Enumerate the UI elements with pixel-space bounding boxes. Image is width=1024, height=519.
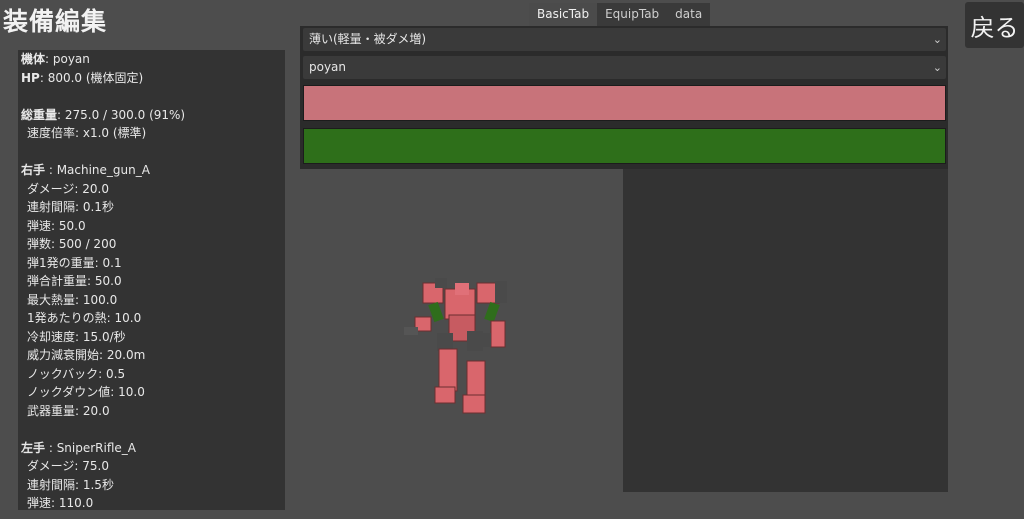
stat-line: 左手 : SniperRifle_A [21, 439, 285, 458]
stat-line: 1発あたりの熱: 10.0 [21, 309, 285, 328]
chevron-down-icon: ⌄ [932, 33, 942, 46]
stat-value: : Machine_gun_A [45, 163, 150, 177]
stat-line [21, 420, 285, 439]
stat-line [21, 87, 285, 106]
tab-basic[interactable]: BasicTab [529, 3, 598, 26]
page-title: 装備編集 [3, 7, 108, 36]
color-bar-red[interactable] [303, 85, 946, 121]
stat-value: 弾1発の重量: 0.1 [27, 255, 122, 270]
stat-value: 1発あたりの熱: 10.0 [27, 311, 142, 325]
stat-key: 右手 [21, 163, 46, 177]
stats-list: 機体: poyan HP: 800.0 (機体固定) 総重量: 275.0 / 30… [18, 50, 285, 510]
stat-key: 左手 [21, 440, 46, 455]
stat-line: 冷却速度: 15.0/秒 [21, 328, 285, 347]
stat-value: 冷却速度: 15.0/秒 [27, 329, 126, 344]
stat-line: ダメージ: 75.0 [21, 457, 285, 476]
stat-value: 連射間隔: 1.5秒 [27, 477, 114, 492]
stat-value: 連射間隔: 0.1秒 [27, 200, 114, 214]
color-bar-green[interactable] [303, 128, 946, 164]
stat-line: 連射間隔: 1.5秒 [21, 476, 285, 495]
tab-data[interactable]: data [667, 3, 711, 26]
armor-type-select[interactable]: 薄い(軽量・被ダメ増) ⌄ [303, 28, 946, 51]
stat-value: : 800.0 (機体固定) [39, 70, 144, 85]
back-button[interactable]: 戻る [965, 2, 1024, 48]
stat-key: 総重量 [21, 107, 58, 122]
stat-line: 威力減衰開始: 20.0m [21, 346, 285, 365]
stat-line: 最大熱量: 100.0 [21, 291, 285, 310]
chevron-down-icon: ⌄ [932, 61, 942, 74]
tab-equip[interactable]: EquipTab [597, 3, 668, 26]
stat-value: 最大熱量: 100.0 [27, 292, 118, 307]
stat-value: : poyan [45, 52, 90, 66]
frame-value: poyan [309, 60, 347, 74]
stat-line: 右手 : Machine_gun_A [21, 161, 285, 180]
stat-line [21, 143, 285, 162]
tab-bar: BasicTab EquipTab data [529, 3, 711, 26]
stat-value: : 275.0 / 300.0 (91%) [57, 107, 186, 122]
frame-select[interactable]: poyan ⌄ [303, 56, 946, 79]
stat-line: ノックダウン値: 10.0 [21, 383, 285, 402]
stat-line: 機体: poyan [21, 50, 285, 69]
stat-value: ダメージ: 75.0 [27, 459, 109, 473]
stat-value: 威力減衰開始: 20.0m [27, 348, 146, 362]
stat-key: HP [21, 70, 40, 85]
stat-line: ノックバック: 0.5 [21, 365, 285, 384]
stat-value: ノックバック: 0.5 [27, 366, 126, 381]
stat-value: 弾数: 500 / 200 [27, 237, 117, 251]
armor-type-value: 薄い(軽量・被ダメ増) [309, 32, 427, 46]
stat-value: ノックダウン値: 10.0 [27, 385, 145, 399]
stat-value: : SniperRifle_A [45, 440, 136, 455]
stat-value: ダメージ: 20.0 [27, 181, 109, 196]
stat-value: 弾合計重量: 50.0 [27, 274, 122, 288]
stat-line: 弾速: 50.0 [21, 217, 285, 236]
stat-value: 武器重量: 20.0 [27, 403, 110, 418]
stat-line: 武器重量: 20.0 [21, 402, 285, 421]
stat-line: 総重量: 275.0 / 300.0 (91%) [21, 106, 285, 125]
stat-line: 弾1発の重量: 0.1 [21, 254, 285, 273]
stat-line: ダメージ: 20.0 [21, 180, 285, 199]
stat-line: 速度倍率: x1.0 (標準) [21, 124, 285, 143]
stat-line: HP: 800.0 (機体固定) [21, 69, 285, 88]
robot-model-preview[interactable] [395, 275, 525, 420]
stat-line: 連射間隔: 0.1秒 [21, 198, 285, 217]
stat-value: 弾速: 110.0 [27, 496, 94, 510]
stat-value: 弾速: 50.0 [27, 218, 86, 233]
stats-panel[interactable]: 機体: poyan HP: 800.0 (機体固定) 総重量: 275.0 / 30… [18, 50, 285, 510]
side-panel [623, 169, 948, 492]
stat-line: 弾数: 500 / 200 [21, 235, 285, 254]
stat-key: 機体 [21, 52, 46, 66]
stat-line: 弾速: 110.0 [21, 494, 285, 510]
stat-line: 弾合計重量: 50.0 [21, 272, 285, 291]
stat-value: 速度倍率: x1.0 (標準) [27, 126, 147, 140]
